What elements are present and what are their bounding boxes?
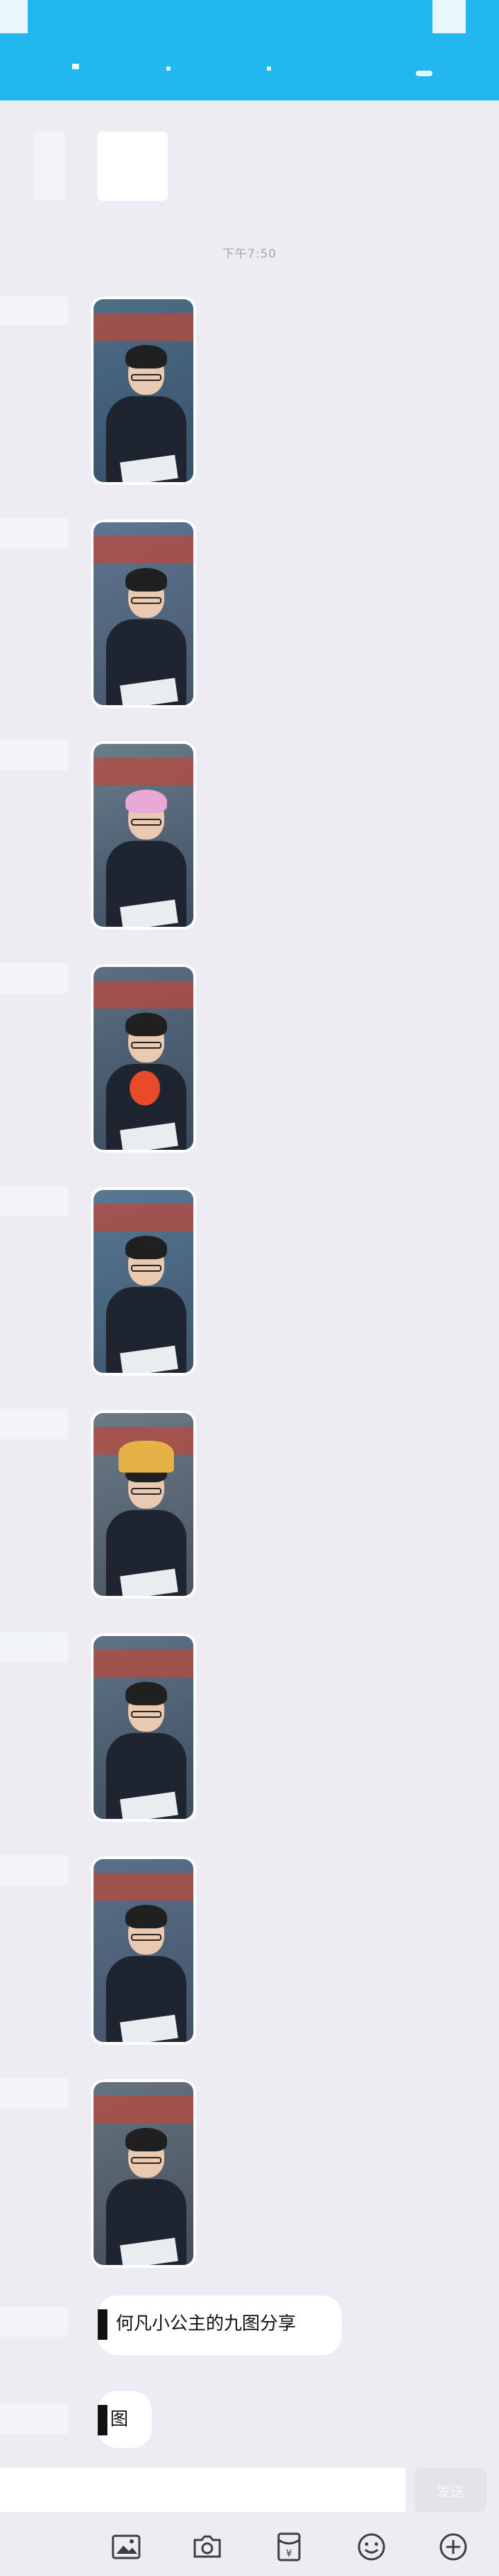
avatar[interactable] — [0, 1855, 68, 1885]
image-icon[interactable] — [110, 2530, 143, 2564]
header-dot — [72, 64, 79, 69]
header-dot — [416, 71, 432, 76]
avatar[interactable] — [0, 2307, 68, 2337]
photo-message[interactable] — [91, 1856, 196, 2045]
photo-person-hair — [125, 1236, 167, 1259]
photo-person-glasses — [131, 1042, 161, 1049]
camera-icon[interactable] — [191, 2530, 224, 2564]
header-dot — [267, 66, 271, 71]
photo-person-hair — [125, 568, 167, 592]
avatar[interactable] — [0, 2078, 68, 2108]
avatar[interactable] — [0, 518, 68, 549]
plus-icon[interactable] — [437, 2530, 470, 2564]
photo-person-hair — [125, 345, 167, 368]
avatar[interactable] — [0, 1186, 68, 1216]
photo-banner — [94, 313, 193, 341]
photo-message[interactable] — [91, 1633, 196, 1822]
avatar[interactable] — [0, 1409, 68, 1439]
bubble-marker — [98, 2405, 107, 2435]
message-bubble[interactable]: 何凡小公主的九图分享 — [98, 2295, 342, 2355]
message-text: 何凡小公主的九图分享 — [116, 2313, 297, 2334]
red-packet-icon[interactable]: ¥ — [272, 2530, 306, 2564]
photo-person-glasses — [131, 1711, 161, 1718]
photo-person-glasses — [131, 1934, 161, 1941]
header-back-area[interactable] — [0, 0, 28, 33]
input-bar: 发送 — [0, 2462, 499, 2518]
photo-message[interactable] — [91, 741, 196, 930]
redacted-block — [97, 132, 168, 201]
photo-person-glasses — [131, 819, 161, 826]
avatar[interactable] — [0, 1632, 68, 1662]
photo-banner — [94, 536, 193, 564]
avatar[interactable] — [0, 2404, 68, 2434]
lion-sticker — [130, 1071, 160, 1105]
photo-banner — [94, 1204, 193, 1232]
message-text: 图 — [110, 2409, 129, 2430]
photo-message[interactable] — [91, 296, 196, 485]
redacted-block — [33, 132, 65, 199]
photo-person-hair — [125, 2128, 167, 2151]
photo-person-hair — [125, 1682, 167, 1705]
message-input[interactable] — [0, 2468, 405, 2512]
header-more-area[interactable] — [432, 0, 466, 33]
bubble-marker — [98, 2309, 107, 2340]
emoji-icon[interactable] — [355, 2530, 388, 2564]
photo-person-glasses — [131, 374, 161, 381]
photo-banner — [94, 981, 193, 1009]
message-bubble[interactable]: 图 — [98, 2391, 152, 2448]
crown-sticker — [119, 1441, 174, 1473]
photo-message[interactable] — [91, 1410, 196, 1599]
photo-person-glasses — [131, 1265, 161, 1272]
photo-person-hair — [125, 1013, 167, 1036]
photo-message[interactable] — [91, 2079, 196, 2268]
avatar[interactable] — [0, 963, 68, 993]
photo-message[interactable] — [91, 1187, 196, 1376]
photo-person-glasses — [131, 2157, 161, 2164]
photo-person-hair — [125, 790, 167, 813]
avatar[interactable] — [0, 740, 68, 770]
photo-banner — [94, 1650, 193, 1678]
photo-banner — [94, 1873, 193, 1901]
send-button[interactable]: 发送 — [414, 2468, 487, 2512]
photo-banner — [94, 2096, 193, 2124]
header-dot — [166, 66, 170, 71]
photo-message[interactable] — [91, 519, 196, 708]
photo-person-glasses — [131, 597, 161, 604]
photo-person-hair — [125, 1905, 167, 1928]
svg-text:¥: ¥ — [286, 2548, 292, 2559]
bottom-toolbar: ¥ — [0, 2518, 499, 2576]
photo-message[interactable] — [91, 964, 196, 1153]
message-timestamp: 下午7:50 — [222, 247, 277, 261]
top-bar — [0, 0, 499, 100]
avatar[interactable] — [0, 295, 68, 326]
photo-person-glasses — [131, 1488, 161, 1495]
photo-banner — [94, 758, 193, 785]
